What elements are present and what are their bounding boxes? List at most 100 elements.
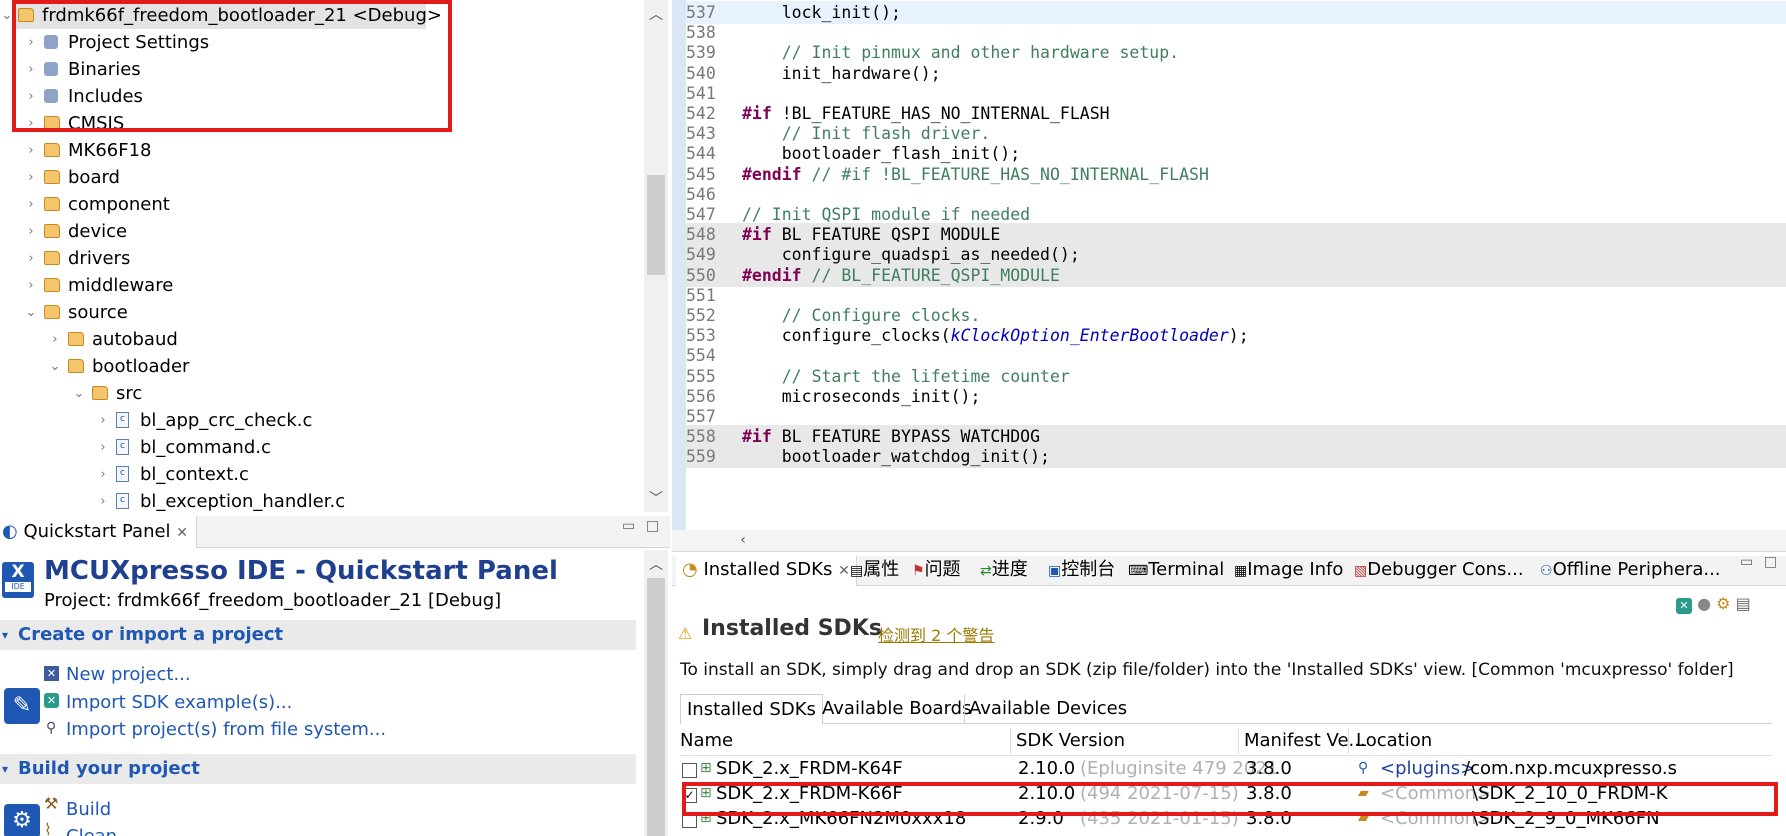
sdk-view-icon[interactable]: ▤ (1736, 594, 1751, 613)
scroll-left-icon[interactable]: ‹ (734, 532, 752, 548)
maximize-icon[interactable]: □ (646, 518, 659, 534)
code-line: 559 bootloader_watchdog_init(); (686, 445, 1786, 469)
quickstart-scroll-thumb[interactable] (647, 578, 665, 836)
expand-toggle-icon[interactable]: ⌄ (72, 380, 86, 407)
sdk-package-icon: ⊞ (700, 785, 712, 801)
expand-toggle-icon[interactable]: › (24, 110, 38, 137)
sdk-add-icon[interactable]: ✕ (1676, 598, 1692, 614)
sdk-checkbox[interactable] (682, 813, 697, 828)
tab-properties[interactable]: ▤属性 (850, 556, 899, 586)
sdk-package-icon: ⊞ (700, 760, 712, 776)
col-sdk-version[interactable]: SDK Version (1016, 730, 1125, 751)
import-fs-link[interactable]: Import project(s) from file system... (66, 719, 386, 740)
scroll-up-icon[interactable]: ︿ (647, 554, 665, 574)
subtab-available-boards[interactable]: Available Boards (818, 694, 975, 724)
tab-image-info[interactable]: ▦Image Info (1234, 556, 1343, 586)
minimize-icon[interactable]: ▭ (1740, 556, 1753, 570)
sdk-sphere-icon[interactable]: ● (1697, 594, 1711, 613)
tab-console[interactable]: ▣控制台 (1048, 556, 1115, 586)
expand-toggle-icon[interactable]: › (96, 461, 110, 488)
clean-link[interactable]: Clean (66, 826, 117, 836)
expand-toggle-icon[interactable]: › (24, 29, 38, 56)
col-name[interactable]: Name (680, 730, 733, 751)
expand-toggle-icon[interactable]: › (24, 218, 38, 245)
expand-toggle-icon[interactable]: › (48, 326, 62, 353)
expand-toggle-icon[interactable]: › (24, 272, 38, 299)
hammer-icon: ⚒ (44, 794, 59, 813)
tab-debugger-console[interactable]: ▧Debugger Cons... (1354, 556, 1524, 586)
sdk-checkbox[interactable] (682, 763, 697, 778)
minimize-icon[interactable]: ▭ (622, 518, 635, 534)
maximize-icon[interactable]: □ (1764, 556, 1777, 570)
quickstart-scrollbar[interactable]: ︿ (644, 550, 668, 836)
sdk-version: 2.9.0 (1018, 808, 1064, 829)
subtab-available-devices[interactable]: Available Devices (964, 694, 1131, 724)
import-sdk-link[interactable]: Import SDK example(s)... (66, 692, 292, 713)
scroll-up-icon[interactable]: ︿ (647, 4, 665, 24)
sdk-checkbox[interactable]: ✓ (682, 788, 697, 803)
warning-icon: ⚠ (678, 624, 693, 643)
expand-toggle-icon[interactable]: › (96, 407, 110, 434)
sdk-version-detail: (435 2021-01-15) (1080, 808, 1239, 829)
expand-toggle-icon[interactable]: ⌄ (48, 353, 62, 380)
expand-toggle-icon[interactable]: › (96, 488, 110, 512)
expand-toggle-icon[interactable]: › (24, 164, 38, 191)
preprocessor-keyword: #if (742, 427, 772, 447)
code-fragment: ); (1228, 326, 1249, 346)
tab-quickstart[interactable]: ◐ Quickstart Panel ✕ (0, 516, 198, 548)
sdk-package-icon[interactable]: ⚙ (1716, 594, 1730, 613)
editor-hscrollbar[interactable]: ‹ (672, 530, 1786, 552)
sdk-tab-icon: ◔ (682, 559, 698, 580)
build-link[interactable]: Build (66, 799, 111, 820)
tree-item[interactable]: ⌄ frdmk66f_freedom_bootloader_21 <Debug> (2, 2, 442, 29)
line-number: 559 (686, 447, 716, 467)
tree-scroll-thumb[interactable] (647, 175, 665, 275)
section-build[interactable]: ▾ Build your project (0, 754, 636, 784)
close-icon[interactable]: ✕ (838, 563, 850, 579)
close-icon[interactable]: ✕ (176, 525, 188, 541)
code-fragment: init_hardware(); (742, 63, 941, 83)
sdk-row[interactable]: ✓ ⊞ SDK_2.x_FRDM-K66F 2.10.0 (494 2021-07-15… (680, 783, 1772, 808)
scroll-down-icon[interactable]: ﹀ (647, 488, 665, 508)
code-fragment: // Init QSPI module if needed (742, 205, 1031, 224)
console-icon: ▣ (1048, 563, 1062, 579)
expand-toggle-icon[interactable]: ⌄ (0, 2, 14, 29)
new-project-link[interactable]: New project... (66, 664, 191, 685)
sdk-name: SDK_2.x_FRDM-K64F (716, 758, 903, 779)
col-location[interactable]: Location (1356, 730, 1432, 751)
tree-item-label: bl_command.c (140, 437, 271, 458)
preprocessor-keyword: #endif (742, 164, 802, 184)
expand-toggle-icon[interactable]: ⌄ (24, 299, 38, 326)
expand-toggle-icon[interactable]: › (24, 137, 38, 164)
tab-offline-peripherals[interactable]: ⚇Offline Periphera... (1540, 556, 1721, 586)
code-editor[interactable]: 537 lock_init(); 538 539 // Init pinmux an… (672, 0, 1786, 530)
expand-toggle-icon[interactable]: › (24, 245, 38, 272)
expand-toggle-icon[interactable]: › (24, 56, 38, 83)
includes-icon (44, 89, 58, 103)
gear-icon: ⚙ (4, 804, 40, 836)
expand-toggle-icon[interactable]: › (24, 83, 38, 110)
quickstart-tab-icon: ◐ (2, 521, 18, 542)
sdk-heading: Installed SDKs (702, 616, 882, 641)
c-file-icon: c (116, 493, 129, 509)
sdk-row[interactable]: ⊞ SDK_2.x_FRDM-K64F 2.10.0 (Epluginsite 479… (680, 758, 1772, 783)
subtab-installed-sdks[interactable]: Installed SDKs (680, 694, 823, 724)
folder-icon (44, 116, 60, 130)
folder-icon (68, 332, 84, 346)
tab-label: Quickstart Panel (23, 521, 171, 542)
tree-item-label: CMSIS (68, 113, 125, 134)
code-fragment: BL_FEATURE_BYPASS_WATCHDOG (771, 427, 1041, 447)
tab-installed-sdks[interactable]: ◔ Installed SDKs ✕ (676, 556, 857, 586)
properties-icon: ▤ (850, 563, 864, 579)
tab-problems[interactable]: ⚑问题 (912, 556, 961, 586)
section-create-import[interactable]: ▾ Create or import a project (0, 620, 636, 650)
tree-scrollbar[interactable]: ︿ ﹀ (644, 0, 668, 512)
tab-terminal[interactable]: ⌨Terminal (1128, 556, 1224, 586)
warnings-link[interactable]: 检测到 2 个警告 (878, 622, 994, 646)
collapse-icon: ▾ (2, 762, 9, 776)
expand-toggle-icon[interactable]: › (24, 191, 38, 218)
sdk-row[interactable]: ⊞ SDK_2.x_MK66FN2M0xxx18 2.9.0 (435 2021-01… (680, 808, 1772, 833)
tab-progress[interactable]: ⇄进度 (980, 556, 1028, 586)
tree-item-label: bootloader (92, 356, 190, 377)
expand-toggle-icon[interactable]: › (96, 434, 110, 461)
